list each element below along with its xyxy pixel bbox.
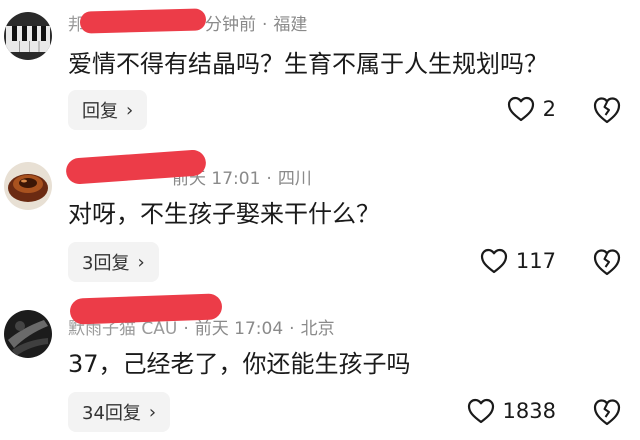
chevron-right-icon: ›: [137, 251, 145, 273]
comment-text: 37，己经老了，你还能生孩子吗: [68, 350, 411, 378]
like-count: 1838: [502, 399, 556, 423]
chevron-right-icon: ›: [148, 401, 157, 423]
dislike-button[interactable]: [592, 96, 622, 124]
like-count: 2: [542, 97, 556, 121]
heart-outline-icon: [480, 248, 508, 274]
comment-location: 四川: [277, 169, 312, 189]
comment-item: 前天 17:01 · 四川 对呀，不生孩子娶来干什么？ 3回复 › 117: [0, 148, 640, 292]
reply-label: 回复: [82, 101, 118, 122]
comment-time: 前天 17:04: [194, 319, 284, 339]
avatar[interactable]: [4, 310, 52, 358]
heart-outline-icon: [467, 398, 494, 424]
comment-location: 北京: [300, 319, 335, 339]
reply-button[interactable]: 3回复 ›: [68, 242, 159, 282]
reply-button[interactable]: 回复 ›: [68, 90, 148, 130]
like-button[interactable]: 1838: [467, 398, 556, 424]
avatar[interactable]: [4, 162, 52, 210]
chevron-right-icon: ›: [126, 99, 134, 121]
comment-location: 福建: [273, 15, 308, 35]
dislike-button[interactable]: [592, 248, 622, 276]
broken-heart-icon: [593, 399, 621, 426]
broken-heart-icon: [593, 97, 621, 124]
heart-outline-icon: [507, 96, 534, 122]
reply-label: 3回复: [82, 253, 130, 274]
redaction-mark: [69, 293, 223, 325]
comment-item: 默雨子猫 CAU · 前天 17:04 · 北京 37，己经老了，你还能生孩子吗 34回…: [0, 293, 640, 440]
comment-text: 对呀，不生孩子娶来干什么？: [68, 200, 380, 228]
redaction-mark: [79, 8, 207, 34]
like-button[interactable]: 2: [507, 96, 556, 122]
broken-heart-icon: [593, 249, 621, 276]
dislike-button[interactable]: [592, 398, 622, 426]
comment-item: 邦分钟前 · 福建 爱情不得有结晶吗？生育不属于人生规划吗？ 回复 › 2: [0, 0, 640, 144]
like-button[interactable]: 117: [480, 248, 556, 274]
comment-time: 分钟前: [205, 15, 256, 35]
comment-text: 爱情不得有结晶吗？生育不属于人生规划吗？: [68, 50, 548, 78]
like-count: 117: [515, 249, 556, 273]
avatar[interactable]: [4, 12, 52, 60]
reply-button[interactable]: 34回复 ›: [68, 392, 171, 432]
reply-label: 34回复: [82, 403, 141, 424]
